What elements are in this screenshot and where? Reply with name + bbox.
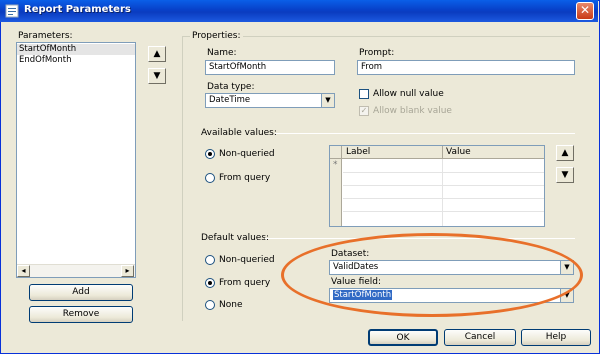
divider <box>343 172 544 173</box>
available-from-query-radio[interactable] <box>205 173 215 183</box>
arrow-down-icon: ▼ <box>153 71 161 81</box>
available-values-heading: Available values: <box>201 128 277 138</box>
divider <box>343 185 544 186</box>
parameters-heading: Parameters: <box>18 31 73 41</box>
check-icon: ✓ <box>360 106 368 115</box>
divider <box>442 146 443 158</box>
name-input[interactable]: StartOfMonth <box>205 60 335 75</box>
scroll-left-icon: ◂ <box>21 266 26 275</box>
available-values-grid[interactable]: Label Value * <box>329 145 545 227</box>
row-header-corner <box>330 146 342 158</box>
window-title: Report Parameters <box>24 4 131 15</box>
allow-null-checkbox[interactable] <box>359 89 369 99</box>
highlight-annotation <box>281 233 583 317</box>
scroll-right-icon: ▸ <box>125 266 130 275</box>
column-label-header: Label <box>346 147 371 157</box>
move-down-button[interactable]: ▼ <box>148 68 166 84</box>
remove-button[interactable]: Remove <box>29 306 133 323</box>
available-non-queried-radio[interactable] <box>205 149 215 159</box>
default-from-query-radio[interactable] <box>205 278 215 288</box>
close-icon: ✕ <box>579 3 591 17</box>
divider <box>343 211 544 212</box>
new-row-marker: * <box>333 160 338 170</box>
allow-blank-checkbox[interactable]: ✓ <box>359 106 369 116</box>
horizontal-scrollbar[interactable]: ◂ ▸ <box>17 264 135 277</box>
available-move-down-button[interactable]: ▼ <box>556 167 574 183</box>
divider <box>343 198 544 199</box>
data-type-label: Data type: <box>207 82 255 92</box>
arrow-up-icon: ▲ <box>153 49 161 59</box>
scroll-left-button[interactable]: ◂ <box>17 265 30 277</box>
default-non-queried-label: Non-queried <box>219 255 275 265</box>
add-button[interactable]: Add <box>29 284 133 301</box>
title-bar[interactable]: Report Parameters ✕ <box>0 0 598 22</box>
scroll-right-button[interactable]: ▸ <box>121 265 134 277</box>
data-type-select[interactable]: DateTime ▼ <box>205 93 335 108</box>
prompt-input[interactable]: From <box>357 60 575 75</box>
prompt-label: Prompt: <box>359 48 395 58</box>
divider <box>442 159 443 226</box>
close-button[interactable]: ✕ <box>576 2 594 20</box>
row-header-column: * <box>330 159 342 226</box>
ok-button[interactable]: OK <box>368 329 438 346</box>
default-none-label: None <box>219 300 243 310</box>
column-value-header: Value <box>446 147 471 157</box>
help-button[interactable]: Help <box>521 329 591 346</box>
parameters-list[interactable]: StartOfMonth EndOfMonth <box>16 42 136 278</box>
dialog-icon <box>5 4 19 18</box>
allow-null-label: Allow null value <box>373 89 444 99</box>
available-from-query-label: From query <box>219 173 271 183</box>
default-values-heading: Default values: <box>201 233 270 243</box>
cancel-button[interactable]: Cancel <box>444 329 516 346</box>
data-type-value: DateTime <box>209 95 251 105</box>
arrow-up-icon: ▲ <box>561 148 569 158</box>
arrow-down-icon: ▼ <box>561 170 569 180</box>
grid-header: Label Value <box>330 146 544 159</box>
move-up-button[interactable]: ▲ <box>148 46 166 62</box>
default-non-queried-radio[interactable] <box>205 255 215 265</box>
chevron-down-icon[interactable]: ▼ <box>321 94 334 107</box>
default-from-query-label: From query <box>219 278 271 288</box>
name-label: Name: <box>207 48 237 58</box>
default-none-radio[interactable] <box>205 300 215 310</box>
divider <box>275 133 575 134</box>
available-non-queried-label: Non-queried <box>219 149 275 159</box>
allow-blank-label: Allow blank value <box>373 106 452 116</box>
properties-heading: Properties: <box>190 31 243 41</box>
available-move-up-button[interactable]: ▲ <box>556 145 574 161</box>
list-item[interactable]: StartOfMonth <box>17 44 135 55</box>
list-item[interactable]: EndOfMonth <box>17 55 135 66</box>
